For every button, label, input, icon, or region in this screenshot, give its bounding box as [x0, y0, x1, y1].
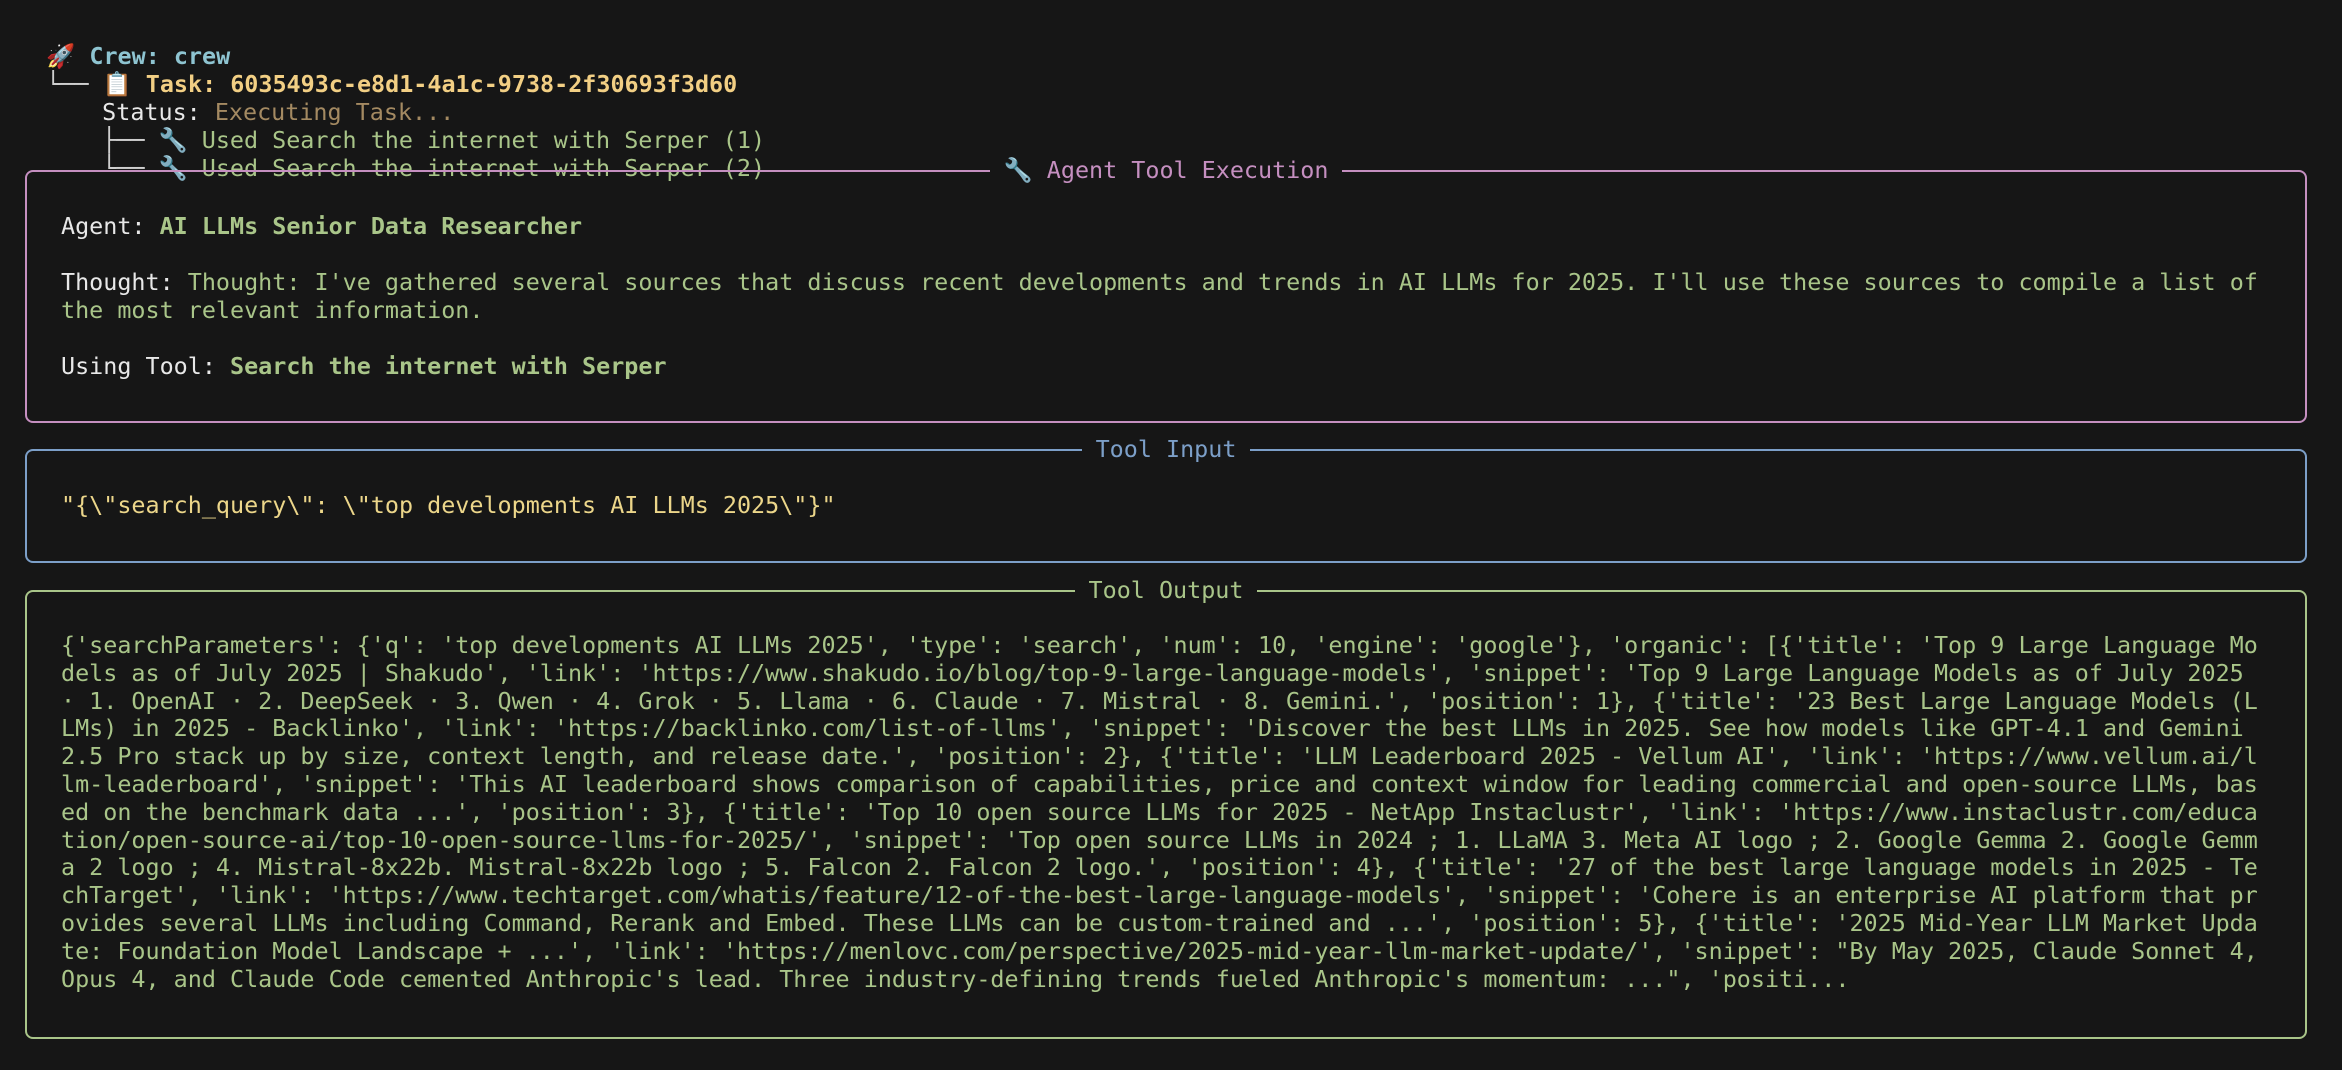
thought-label: Thought:: [61, 268, 188, 296]
agent-label: Agent:: [61, 212, 160, 240]
using-tool-value: Search the internet with Serper: [230, 352, 667, 380]
using-tool-label: Using Tool:: [61, 352, 230, 380]
tool-input-title: Tool Input: [1081, 435, 1251, 463]
tool-output-title: Tool Output: [1074, 576, 1258, 604]
agent-panel-title: Agent Tool Execution: [1046, 156, 1329, 184]
thought-row: Thought: Thought: I've gathered several …: [61, 268, 2275, 324]
agent-value: AI LLMs Senior Data Researcher: [159, 212, 583, 240]
tool-output-value: {'searchParameters': {'q': 'top developm…: [61, 631, 2272, 993]
agent-row: Agent: AI LLMs Senior Data Researcher: [61, 212, 2275, 240]
panel-title: Tool Input: [27, 435, 2305, 463]
tool-input-panel: Tool Input "{\"search_query\": \"top dev…: [25, 435, 2307, 563]
crew-line: 🚀 Crew: crew: [18, 14, 230, 70]
tool-output-panel: Tool Output {'searchParameters': {'q': '…: [25, 576, 2307, 1039]
task-line: └── 📋 Task: 6035493c-e8d1-4a1c-9738-2f30…: [18, 42, 737, 98]
status-line: Status: Executing Task...: [74, 70, 454, 126]
panel-title: Tool Output: [27, 576, 2305, 604]
agent-tool-execution-panel: 🔧 Agent Tool Execution Agent: AI LLMs Se…: [25, 156, 2307, 423]
tool-usage-item: ├── 🔧 Used Search the internet with Serp…: [74, 98, 765, 154]
using-tool-row: Using Tool: Search the internet with Ser…: [61, 352, 2275, 380]
thought-value: Thought: I've gathered several sources t…: [61, 268, 2272, 324]
tool-usage-item: └── 🔧 Used Search the internet with Serp…: [74, 126, 765, 182]
tool-input-value: "{\"search_query\": \"top developments A…: [61, 491, 836, 519]
panel-title: 🔧 Agent Tool Execution: [27, 156, 2305, 184]
wrench-icon: 🔧: [1003, 156, 1033, 184]
